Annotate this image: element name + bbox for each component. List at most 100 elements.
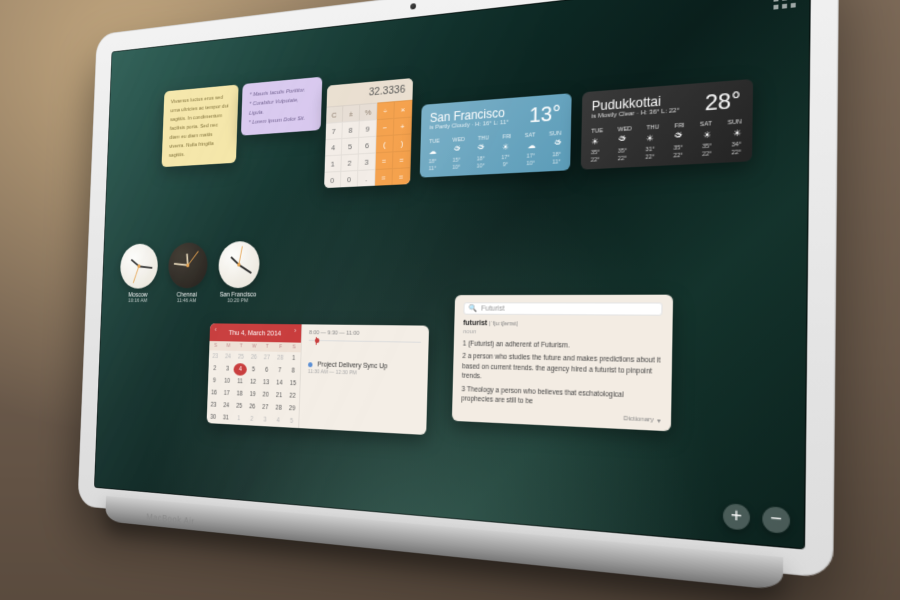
weather-condition: is Partly Cloudy · H: 16° L: 11° (429, 116, 561, 131)
weather-icon: ☀︎ (502, 142, 509, 152)
cal-day[interactable]: 6 (260, 364, 274, 377)
forecast-day: TUE (591, 128, 603, 135)
calc-key-=[interactable]: = (375, 168, 393, 186)
dict-source-selector[interactable]: Dictionary ▾ (461, 408, 661, 424)
event-dot-icon (308, 362, 313, 367)
calc-key-C[interactable]: C (326, 105, 343, 123)
cal-day[interactable]: 27 (258, 401, 272, 414)
cal-day[interactable]: 24 (221, 351, 234, 364)
dict-definition: 2 a person who studies the future and ma… (462, 352, 662, 388)
calc-key-6[interactable]: 6 (359, 136, 377, 154)
cal-day[interactable]: 21 (272, 389, 286, 402)
next-month-icon[interactable]: › (294, 328, 296, 335)
timeline (308, 340, 421, 356)
calc-key-4[interactable]: 4 (325, 138, 342, 155)
desktop: Vivamus luctus eros sed urna ultricies a… (94, 0, 811, 550)
cal-day[interactable]: 11 (233, 375, 246, 388)
cal-day[interactable]: 28 (272, 402, 286, 415)
cal-day[interactable]: 23 (207, 399, 220, 412)
cal-day[interactable]: 25 (232, 400, 245, 413)
cal-day[interactable]: 25 (234, 351, 247, 364)
calc-key-±[interactable]: ± (343, 104, 360, 122)
calc-key-−[interactable]: − (376, 118, 394, 136)
widgets-grid-icon[interactable] (773, 0, 795, 10)
calendar-widget[interactable]: ‹ Thu 4, March 2014 › SMTWTFS 2324252627… (207, 323, 429, 435)
weather-widget-sf[interactable]: San Francisco is Partly Cloudy · H: 16° … (420, 93, 572, 178)
calc-key-=[interactable]: = (393, 150, 411, 168)
cal-day[interactable]: 1 (287, 352, 301, 365)
calc-key-=[interactable]: = (375, 151, 393, 169)
clock-moscow: Moscow10:16 AM (119, 243, 159, 303)
cal-day[interactable]: 17 (220, 387, 233, 400)
calc-key-9[interactable]: 9 (359, 119, 377, 137)
calc-key-5[interactable]: 5 (342, 137, 359, 155)
calc-key-0[interactable]: 0 (324, 171, 341, 188)
forecast-day: WED (452, 137, 465, 144)
forecast-cell: ☀︎ (646, 133, 654, 144)
cal-day[interactable]: 12 (246, 376, 259, 389)
cal-day[interactable]: 24 (220, 399, 233, 412)
sticky-note-yellow[interactable]: Vivamus luctus eros sed urna ultricies a… (162, 84, 239, 167)
cal-day[interactable]: 14 (273, 377, 287, 390)
add-widget-button[interactable]: + (723, 503, 750, 531)
cal-day[interactable]: 4 (234, 363, 247, 376)
cal-day[interactable]: 19 (246, 388, 259, 401)
cal-day[interactable]: 13 (259, 376, 273, 389)
cal-dow: S (209, 341, 222, 351)
cal-day[interactable]: 1 (232, 412, 245, 425)
dictionary-widget[interactable]: 🔍 Futurist futurist |ˈfjuːtʃərɪst| noun … (452, 295, 673, 431)
sticky-note-purple[interactable]: * Mauris Iaculis Porttitor. * Curabitur … (241, 77, 322, 136)
cal-day[interactable]: 3 (221, 363, 234, 376)
prev-month-icon[interactable]: ‹ (215, 327, 217, 334)
cal-day[interactable]: 3 (258, 413, 272, 426)
cal-day[interactable]: 23 (209, 350, 222, 362)
calc-key-0[interactable]: 0 (341, 170, 358, 187)
calc-key-)[interactable]: ) (393, 133, 411, 151)
calc-key-7[interactable]: 7 (326, 122, 343, 140)
cal-day[interactable]: 7 (273, 364, 287, 377)
remove-widget-button[interactable]: − (762, 506, 790, 534)
cal-day[interactable]: 30 (207, 411, 220, 424)
cal-day[interactable]: 29 (285, 402, 299, 415)
calc-key-1[interactable]: 1 (325, 154, 342, 171)
event[interactable]: Project Delivery Sync Up 11:30 AM — 12:3… (308, 361, 421, 378)
cal-day[interactable]: 27 (260, 351, 274, 364)
cal-dow: W (248, 342, 261, 352)
calc-key-8[interactable]: 8 (342, 120, 359, 138)
weather-icon: ⛅︎ (478, 144, 485, 155)
calc-key-3[interactable]: 3 (358, 152, 376, 170)
cal-day[interactable]: 22 (286, 390, 300, 403)
cal-day[interactable]: 15 (286, 377, 300, 390)
cal-day[interactable]: 2 (208, 362, 221, 375)
forecast-cell: ☀︎ (733, 128, 742, 140)
cal-day[interactable]: 10 (221, 375, 234, 388)
calc-key-=[interactable]: = (392, 167, 410, 185)
forecast-day: THU (478, 135, 489, 142)
forecast-day: THU (646, 124, 659, 131)
cal-day[interactable]: 26 (245, 400, 258, 413)
cal-day[interactable]: 9 (208, 375, 221, 388)
cal-day[interactable]: 5 (247, 363, 260, 376)
calc-key-÷[interactable]: ÷ (377, 101, 395, 119)
cal-day[interactable]: 8 (286, 365, 300, 378)
forecast-day: SAT (525, 132, 536, 139)
cal-day[interactable]: 18 (233, 388, 246, 401)
cal-day[interactable]: 5 (285, 415, 299, 428)
calc-key-.[interactable]: . (358, 169, 376, 186)
cal-day[interactable]: 26 (247, 351, 260, 364)
dictionary-search-input[interactable]: 🔍 Futurist (463, 302, 662, 316)
calc-key-([interactable]: ( (376, 135, 394, 153)
cal-day[interactable]: 2 (245, 413, 258, 426)
calc-key-×[interactable]: × (394, 100, 412, 118)
calc-key-%[interactable]: % (360, 103, 378, 121)
cal-day[interactable]: 28 (273, 352, 287, 365)
weather-widget-pudukkottai[interactable]: Pudukkottai is Mostly Clear · H: 36° L: … (581, 79, 753, 170)
cal-day[interactable]: 31 (219, 412, 232, 425)
forecast-cell: ⛅︎ (674, 132, 682, 143)
calculator-widget[interactable]: 32.3336 C±%÷×789−+456()123==00.== (324, 78, 413, 188)
cal-day[interactable]: 20 (259, 389, 273, 402)
cal-day[interactable]: 16 (207, 387, 220, 400)
calc-key-+[interactable]: + (394, 117, 412, 135)
calc-key-2[interactable]: 2 (341, 153, 358, 170)
cal-day[interactable]: 4 (271, 414, 285, 427)
